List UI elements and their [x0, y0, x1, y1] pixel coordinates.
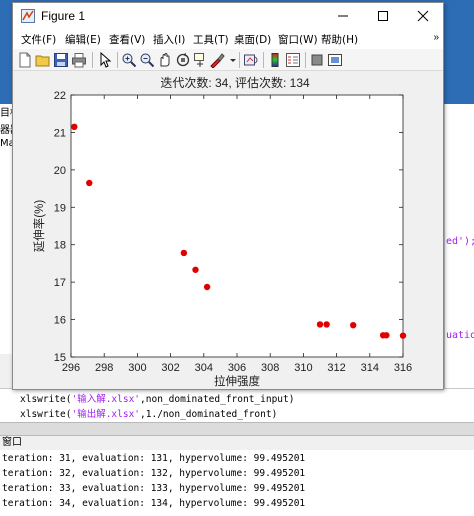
y-tick-label: 19 [54, 202, 66, 214]
data-point [316, 321, 324, 328]
x-axis-label: 拉伸强度 [214, 374, 260, 388]
pan-icon[interactable] [157, 52, 173, 68]
right-editor-panel [444, 104, 474, 410]
editor-line: xlswrite('输出解.xlsx',1./non_dominated_fro… [20, 409, 278, 420]
zoom-in-icon[interactable] [121, 52, 137, 68]
legend-icon[interactable] [285, 52, 301, 68]
axes-box [70, 94, 404, 358]
x-tick-label: 298 [95, 362, 113, 374]
figure-canvas: 迭代次数: 34, 评估次数: 134 296 298 300 302 304 306 30… [13, 71, 443, 389]
menu-overflow-icon[interactable]: » [433, 32, 439, 43]
open-file-icon[interactable] [35, 52, 51, 68]
toolbar-separator [92, 52, 93, 68]
x-tick-label: 308 [261, 362, 279, 374]
right-code-fragment: ed'); [446, 236, 474, 247]
menu-bar: 文件(F) 编辑(E) 查看(V) 插入(I) 工具(T) 桌面(D) 窗口(W… [13, 29, 443, 49]
data-point [203, 283, 211, 291]
command-output-line: teration: 33, evaluation: 133, hypervolu… [2, 483, 306, 494]
close-icon [417, 10, 429, 22]
panel-divider[interactable] [0, 422, 474, 436]
hide-plot-tools-icon[interactable] [309, 52, 325, 68]
link-plot-icon[interactable] [243, 52, 259, 68]
minimize-icon [338, 15, 348, 17]
close-button[interactable] [403, 3, 443, 29]
command-output-line: teration: 31, evaluation: 131, hypervolu… [2, 453, 306, 464]
x-tick-label: 302 [161, 362, 179, 374]
menu-edit[interactable]: 编辑(E) [65, 32, 101, 47]
y-tick-label: 20 [54, 165, 66, 177]
y-tick-label: 18 [54, 240, 66, 252]
right-code-fragment: uatio [446, 330, 474, 341]
x-tick-label: 310 [294, 362, 312, 374]
toolbar-separator [305, 52, 306, 68]
rotate-3d-icon[interactable] [175, 52, 191, 68]
brush-icon[interactable] [209, 52, 225, 68]
chart-title: 迭代次数: 34, 评估次数: 134 [160, 75, 310, 90]
x-tick-label: 314 [361, 362, 379, 374]
menu-file[interactable]: 文件(F) [21, 32, 56, 47]
window-title: Figure 1 [41, 9, 86, 23]
x-tick-label: 300 [128, 362, 146, 374]
data-point [399, 332, 407, 339]
x-tick-label: 312 [327, 362, 345, 374]
y-tick-label: 22 [54, 90, 66, 102]
toolbar-separator [263, 52, 264, 68]
menu-tools[interactable]: 工具(T) [193, 32, 229, 47]
toolbar-separator [239, 52, 240, 68]
show-plot-tools-icon[interactable] [327, 52, 343, 68]
toolbar-separator [117, 52, 118, 68]
new-figure-icon[interactable] [17, 52, 33, 68]
data-point [383, 332, 390, 339]
data-cursor-icon[interactable] [193, 52, 209, 68]
menu-insert[interactable]: 插入(I) [153, 32, 185, 47]
command-window-title: 窗口 [0, 436, 474, 450]
maximize-icon [378, 11, 388, 21]
data-point [71, 123, 78, 131]
figure-window: Figure 1 文件(F) 编辑(E) 查看(V) 插入(I) 工具(T) 桌… [12, 2, 444, 390]
menu-view[interactable]: 查看(V) [109, 32, 145, 47]
command-output-line: teration: 34, evaluation: 134, hypervolu… [2, 498, 306, 509]
data-point [86, 179, 93, 187]
y-tick-label: 15 [54, 352, 66, 364]
minimize-button[interactable] [323, 3, 363, 29]
figure-toolbar [13, 49, 443, 71]
y-axis-label: 延伸率(%) [32, 200, 46, 253]
command-window[interactable]: teration: 31, evaluation: 131, hypervolu… [0, 450, 474, 516]
data-point [180, 249, 188, 257]
matlab-figure-icon [21, 9, 35, 23]
y-tick-label: 16 [54, 315, 66, 327]
data-point [323, 321, 330, 328]
data-point [192, 266, 199, 273]
editor-line: xlswrite('输入解.xlsx',non_dominated_front_… [20, 394, 295, 405]
pointer-icon[interactable] [97, 52, 113, 68]
menu-help[interactable]: 帮助(H) [321, 32, 358, 47]
scatter-chart[interactable]: 迭代次数: 34, 评估次数: 134 296 298 300 302 304 306 30… [13, 71, 443, 389]
maximize-button[interactable] [363, 3, 403, 29]
menu-window[interactable]: 窗口(W) [278, 32, 318, 47]
y-tick-label: 17 [54, 277, 66, 289]
x-tick-label: 306 [228, 362, 246, 374]
data-point [350, 321, 357, 329]
command-output-line: teration: 32, evaluation: 132, hypervolu… [2, 468, 306, 479]
zoom-out-icon[interactable] [139, 52, 155, 68]
colorbar-icon[interactable] [267, 52, 283, 68]
x-tick-label: 316 [394, 362, 412, 374]
print-icon[interactable] [71, 52, 87, 68]
title-bar[interactable]: Figure 1 [13, 3, 443, 29]
screen: 目标 器器 Mai ed'); uatio xlswrite('输入解.xlsx… [0, 0, 474, 516]
x-tick-label: 304 [195, 362, 213, 374]
menu-desktop[interactable]: 桌面(D) [234, 32, 271, 47]
y-tick-label: 21 [54, 127, 66, 139]
save-icon[interactable] [53, 52, 69, 68]
